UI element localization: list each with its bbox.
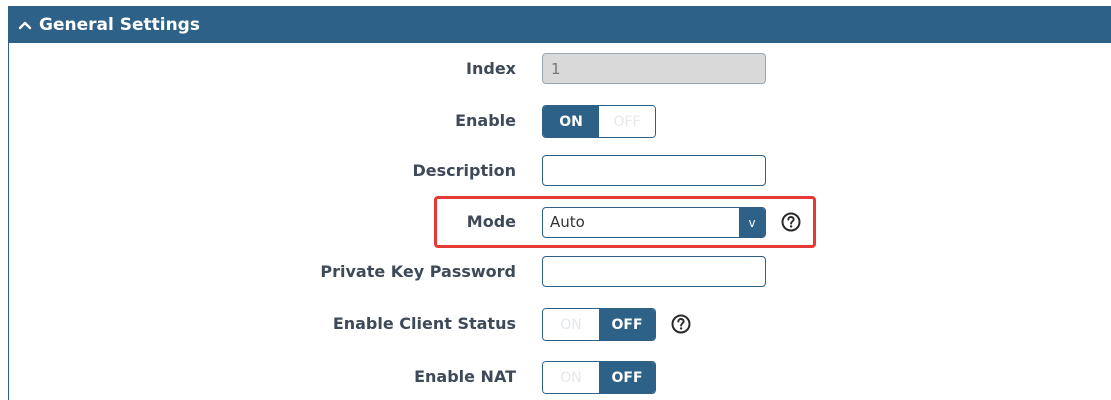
description-field[interactable] [542,155,766,186]
toggle-on-segment: ON [543,106,599,137]
private-key-password-label: Private Key Password [320,262,516,281]
index-label: Index [466,59,516,78]
enable-nat-label: Enable NAT [414,367,516,386]
enable-label: Enable [455,111,516,130]
row-enable-client-status: Enable Client Status ON OFF [0,307,1103,341]
enable-nat-toggle[interactable]: ON OFF [542,361,656,394]
toggle-on-segment: ON [543,309,599,340]
toggle-on-segment: ON [543,362,599,393]
enable-client-status-toggle[interactable]: ON OFF [542,308,656,341]
toggle-off-segment: OFF [599,106,655,137]
mode-select[interactable]: Auto v [542,207,766,238]
index-field [542,53,766,84]
mode-label: Mode [466,212,516,231]
panel-header[interactable]: General Settings [9,6,1111,43]
mode-select-value: Auto [550,213,585,231]
enable-toggle[interactable]: ON OFF [542,105,656,138]
panel-title: General Settings [39,14,200,35]
row-mode: Mode Auto v [0,205,1103,239]
row-description: Description [0,154,1103,188]
question-circle-icon[interactable] [670,313,692,335]
row-index: Index [0,52,1103,86]
row-enable: Enable ON OFF [0,104,1103,138]
row-private-key-password: Private Key Password [0,255,1103,289]
private-key-password-field[interactable] [542,256,766,287]
row-enable-nat: Enable NAT ON OFF [0,360,1103,394]
toggle-off-segment: OFF [599,309,655,340]
description-label: Description [412,161,516,180]
enable-client-status-label: Enable Client Status [332,314,516,333]
toggle-off-segment: OFF [599,362,655,393]
chevron-up-icon [18,21,32,29]
question-circle-icon[interactable] [780,211,802,233]
chevron-down-icon: v [739,208,765,237]
